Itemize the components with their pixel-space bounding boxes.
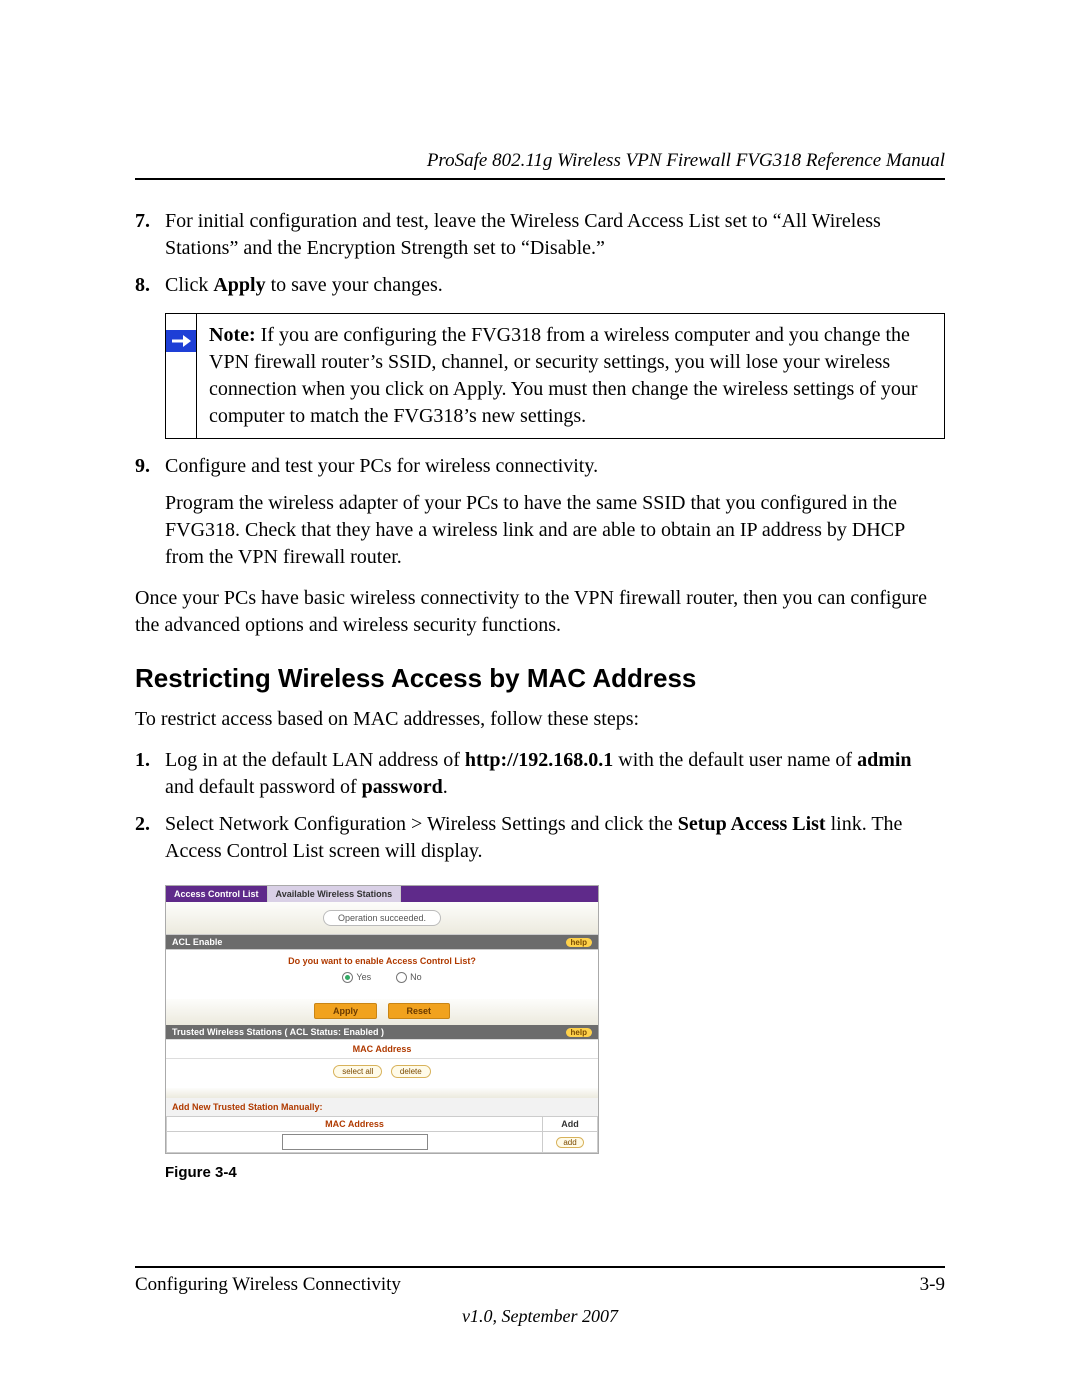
s1-t2: with the default user name of — [613, 749, 857, 771]
step-8: 8. Click Apply to save your changes. — [135, 272, 945, 299]
s1-t1: Log in at the default LAN address of — [165, 749, 465, 771]
s1-url: http://192.168.0.1 — [465, 749, 613, 771]
step-9-num: 9. — [135, 453, 165, 480]
delete-button[interactable]: delete — [391, 1065, 431, 1078]
note-box: Note: If you are configuring the FVG318 … — [165, 313, 945, 439]
sec-step-2-num: 2. — [135, 811, 165, 865]
page-footer: Configuring Wireless Connectivity 3-9 v1… — [135, 1266, 945, 1327]
step-7-num: 7. — [135, 208, 165, 262]
figure-caption: Figure 3-4 — [165, 1164, 945, 1181]
radio-no-label: No — [410, 972, 422, 982]
note-icon-cell — [166, 314, 197, 438]
s2-t1: Select Network Configuration > Wireless … — [165, 813, 678, 835]
s1-t3: and default password of — [165, 776, 362, 798]
note-label: Note: — [209, 324, 256, 346]
step-8-text: Click Apply to save your changes. — [165, 272, 945, 299]
spacer-band — [166, 1088, 598, 1098]
radio-yes-label: Yes — [356, 972, 371, 982]
footer-right: 3-9 — [920, 1274, 945, 1296]
step-9-text: Configure and test your PCs for wireless… — [165, 453, 945, 480]
panel-trusted-head: Trusted Wireless Stations ( ACL Status: … — [166, 1025, 598, 1039]
note-text: Note: If you are configuring the FVG318 … — [197, 314, 944, 438]
panel-acl-enable-head: ACL Enable help — [166, 935, 598, 949]
header-rule — [135, 178, 945, 180]
step-9: 9. Configure and test your PCs for wirel… — [135, 453, 945, 480]
add-button[interactable]: add — [556, 1137, 583, 1148]
step-7-text: For initial configuration and test, leav… — [165, 208, 945, 262]
acl-question: Do you want to enable Access Control Lis… — [174, 956, 590, 966]
apply-reset-row: Apply Reset — [166, 999, 598, 1025]
s1-t4: . — [443, 776, 448, 798]
s1-password: password — [362, 776, 443, 798]
s2-link: Setup Access List — [678, 813, 826, 835]
help-badge-2[interactable]: help — [566, 1028, 592, 1037]
section-heading: Restricting Wireless Access by MAC Addre… — [135, 663, 945, 694]
tab-available-wireless-stations[interactable]: Available Wireless Stations — [268, 886, 402, 902]
step-9-detail: Program the wireless adapter of your PCs… — [165, 490, 945, 571]
tab-access-control-list[interactable]: Access Control List — [166, 886, 268, 902]
step-8-apply: Apply — [213, 274, 265, 296]
tab-bar: Access Control List Available Wireless S… — [166, 886, 598, 902]
help-badge-1[interactable]: help — [566, 938, 592, 947]
panel-acl-enable-body: Do you want to enable Access Control Lis… — [166, 949, 598, 999]
footer-rule — [135, 1266, 945, 1268]
footer-left: Configuring Wireless Connectivity — [135, 1274, 401, 1296]
select-delete-row: select all delete — [166, 1059, 598, 1088]
operation-succeeded-badge: Operation succeeded. — [323, 910, 441, 926]
manual-mac-header: MAC Address — [167, 1117, 543, 1132]
running-header: ProSafe 802.11g Wireless VPN Firewall FV… — [135, 150, 945, 172]
step-7: 7. For initial configuration and test, l… — [135, 208, 945, 262]
apply-button[interactable]: Apply — [314, 1003, 377, 1019]
manual-add-cell: add — [543, 1132, 598, 1153]
manual-add-title: Add New Trusted Station Manually: — [166, 1098, 598, 1116]
page: ProSafe 802.11g Wireless VPN Firewall FV… — [0, 0, 1080, 1397]
after-list-para: Once your PCs have basic wireless connec… — [135, 585, 945, 639]
acl-screenshot: Access Control List Available Wireless S… — [165, 885, 599, 1154]
step-8-pre: Click — [165, 274, 213, 296]
manual-add-header: Add — [543, 1117, 598, 1132]
status-band: Operation succeeded. — [166, 902, 598, 935]
step-8-post: to save your changes. — [266, 274, 443, 296]
radio-yes[interactable] — [342, 972, 353, 983]
manual-add-table: MAC Address Add add — [166, 1116, 598, 1153]
reset-button[interactable]: Reset — [388, 1003, 451, 1019]
mac-header-1: MAC Address — [166, 1039, 598, 1059]
sec-step-1-text: Log in at the default LAN address of htt… — [165, 747, 945, 801]
panel-acl-enable-title: ACL Enable — [172, 937, 222, 947]
arrow-right-icon — [166, 330, 196, 352]
sec-step-1: 1. Log in at the default LAN address of … — [135, 747, 945, 801]
acl-radios: Yes No — [174, 970, 590, 993]
radio-no[interactable] — [396, 972, 407, 983]
select-all-button[interactable]: select all — [333, 1065, 382, 1078]
s1-admin: admin — [857, 749, 911, 771]
section-intro: To restrict access based on MAC addresse… — [135, 706, 945, 733]
note-body: If you are configuring the FVG318 from a… — [209, 324, 918, 427]
manual-mac-cell — [167, 1132, 543, 1153]
sec-step-2: 2. Select Network Configuration > Wirele… — [135, 811, 945, 865]
sec-step-2-text: Select Network Configuration > Wireless … — [165, 811, 945, 865]
sec-step-1-num: 1. — [135, 747, 165, 801]
mac-address-input[interactable] — [282, 1134, 428, 1150]
footer-center: v1.0, September 2007 — [135, 1306, 945, 1327]
step-8-num: 8. — [135, 272, 165, 299]
panel-trusted-title: Trusted Wireless Stations ( ACL Status: … — [172, 1027, 384, 1037]
figure-3-4: Access Control List Available Wireless S… — [165, 885, 945, 1154]
